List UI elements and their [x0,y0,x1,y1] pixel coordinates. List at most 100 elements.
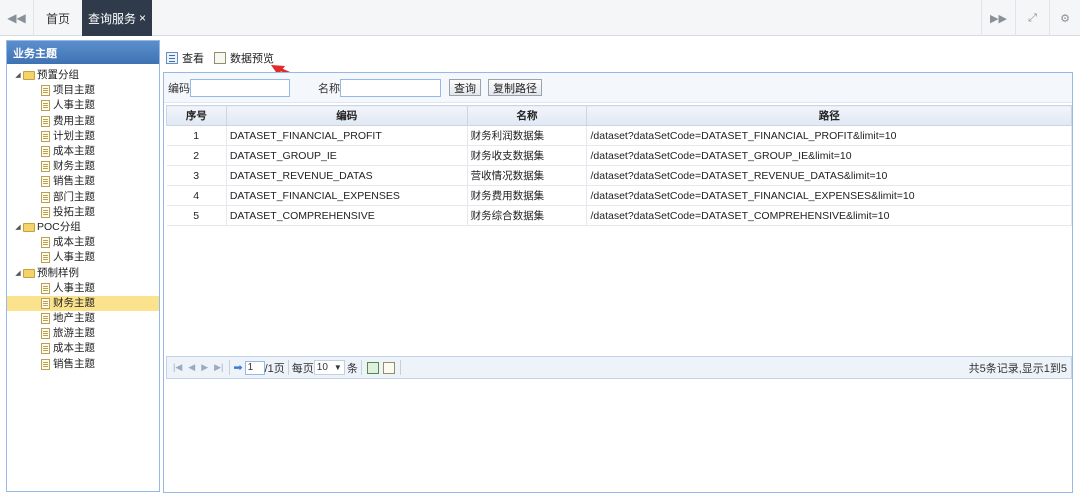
tree-item-label: 成本主题 [53,342,95,355]
tree-item[interactable]: 销售主题 [7,357,159,372]
sidebar-panel: 业务主题 ◢ 预置分组 项目主题 人事主题 费用主题 计划主题 成本主题 财务主题 销售主题 部门… [6,40,160,492]
tree-item-label: 销售主题 [53,357,95,370]
table-row[interactable]: 1 DATASET_FINANCIAL_PROFIT 财务利润数据集/dataset… [166,125,1072,146]
gear-icon[interactable]: ⚙ [1049,0,1080,36]
cell-name: 财务综合数据集 [467,205,588,226]
go-arrow-icon[interactable]: ➡ [233,361,242,374]
cell-name: 财务收支数据集 [467,145,588,166]
tree-item[interactable]: 成本主题 [7,144,159,159]
cell-no: 1 [166,125,227,146]
folder-icon [23,268,35,278]
tree-item[interactable]: 财务主题 [7,159,159,174]
close-icon[interactable]: × [139,11,146,25]
expand-triangle-icon[interactable]: ◢ [13,266,23,281]
file-icon [41,328,50,340]
tree-item[interactable]: 成本主题 [7,341,159,356]
view-button-label: 查看 [182,53,204,65]
cell-code: DATASET_GROUP_IE [226,145,468,166]
first-page-icon[interactable]: |◀ [173,362,182,373]
cell-path: /dataset?dataSetCode=DATASET_FINANCIAL_P… [586,125,1072,146]
tree-item[interactable]: 费用主题 [7,114,159,129]
tree-group-label: 预置分组 [37,69,79,82]
column-header-name[interactable]: 名称 [466,105,588,126]
column-header-path[interactable]: 路径 [586,105,1072,126]
prev-page-icon[interactable]: ◀ [188,362,195,373]
tree-item-label: 项目主题 [53,84,95,97]
fullscreen-icon[interactable]: ⤢ [1015,0,1049,36]
double-left-icon[interactable]: ◀◀ [0,0,34,36]
file-icon [41,161,50,173]
file-icon [41,252,50,264]
cell-path: /dataset?dataSetCode=DATASET_GROUP_IE&li… [586,145,1072,166]
document-icon[interactable] [382,361,395,374]
table-row[interactable]: 5 DATASET_COMPREHENSIVE 财务综合数据集/dataset?da… [166,205,1072,226]
cell-path: /dataset?dataSetCode=DATASET_FINANCIAL_E… [586,185,1072,206]
copy-path-button[interactable]: 复制路径 [488,79,542,96]
tree-item[interactable]: 部门主题 [7,190,159,205]
file-icon [41,237,50,249]
tree-item[interactable]: 人事主题 [7,281,159,296]
list-icon [166,52,178,64]
tree-item[interactable]: 计划主题 [7,129,159,144]
tree-group[interactable]: ◢ 预制样例 [7,265,159,280]
tree-item-label: 人事主题 [53,251,95,264]
topic-tree: ◢ 预置分组 项目主题 人事主题 费用主题 计划主题 成本主题 财务主题 销售主题 部门主题 投拓主… [7,64,159,372]
tree-item-label: 旅游主题 [53,327,95,340]
name-input[interactable] [340,78,441,97]
tree-item-label: 费用主题 [53,114,95,127]
tree-item-label: 人事主题 [53,99,95,112]
last-page-icon[interactable]: ▶| [214,362,223,373]
double-right-icon[interactable]: ▶▶ [981,0,1015,36]
table-row[interactable]: 4 DATASET_FINANCIAL_EXPENSES 财务费用数据集/datas… [166,185,1072,206]
pager-divider [360,360,362,375]
expand-triangle-icon[interactable]: ◢ [13,220,23,235]
file-icon [41,343,50,355]
cell-no: 4 [166,185,227,206]
cell-code: DATASET_REVENUE_DATAS [226,165,468,186]
column-header-code[interactable]: 编码 [225,105,468,126]
page-number-input[interactable]: 1 [244,360,265,375]
file-icon [41,130,50,142]
export-excel-icon[interactable] [366,361,379,374]
record-info: 共5条记录,显示1到5 [968,362,1067,375]
tree-item[interactable]: 项目主题 [7,83,159,98]
table-row[interactable]: 2 DATASET_GROUP_IE 财务收支数据集/dataset?dataSet… [166,145,1072,166]
tree-item[interactable]: 财务主题 [7,295,159,311]
file-icon [41,176,50,188]
per-page-select[interactable]: 10 ▼ [313,360,345,375]
tab-query-service[interactable]: 查询服务 × [82,0,152,36]
column-header-no[interactable]: 序号 [166,105,227,126]
file-icon [41,115,50,127]
cell-no: 5 [166,205,227,226]
file-icon [41,282,50,294]
query-button[interactable]: 查询 [449,79,481,96]
pagination-bar: |◀ ◀ ▶ ▶| ➡ 1 /1页 每页 10 ▼ 条 共5条记录,显示1到5 [166,356,1072,379]
tab-home[interactable]: 首页 [35,0,81,36]
tree-group[interactable]: ◢ POC分组 [7,220,159,235]
main-panel: 编码 名称 查询 复制路径 序号 编码 名称 路径 1 DATASET_FINAN… [163,72,1073,493]
tree-item-label: 财务主题 [53,160,95,173]
cell-name: 营收情况数据集 [467,165,588,186]
search-bar: 编码 名称 查询 复制路径 [164,73,1072,103]
tab-home-label: 首页 [45,11,70,26]
code-input[interactable] [190,78,290,97]
tree-item[interactable]: 销售主题 [7,174,159,189]
tree-item[interactable]: 地产主题 [7,311,159,326]
total-pages-text: /1页 [264,362,285,375]
tree-group[interactable]: ◢ 预置分组 [7,68,159,83]
next-page-icon[interactable]: ▶ [201,362,208,373]
tree-item[interactable]: 投拓主题 [7,205,159,220]
tree-item-label: 成本主题 [53,236,95,249]
tree-item[interactable]: 人事主题 [7,250,159,265]
file-icon [41,100,50,112]
view-button[interactable]: 查看 [166,50,204,66]
tree-item-label: 投拓主题 [53,205,95,218]
expand-triangle-icon[interactable]: ◢ [13,68,23,83]
file-icon [41,146,50,158]
tree-item[interactable]: 旅游主题 [7,326,159,341]
tab-query-service-label: 查询服务 [87,11,136,26]
table-row[interactable]: 3 DATASET_REVENUE_DATAS 营收情况数据集/dataset?da… [166,165,1072,186]
tree-item[interactable]: 成本主题 [7,235,159,250]
pager-divider [287,360,289,375]
tree-item[interactable]: 人事主题 [7,98,159,113]
